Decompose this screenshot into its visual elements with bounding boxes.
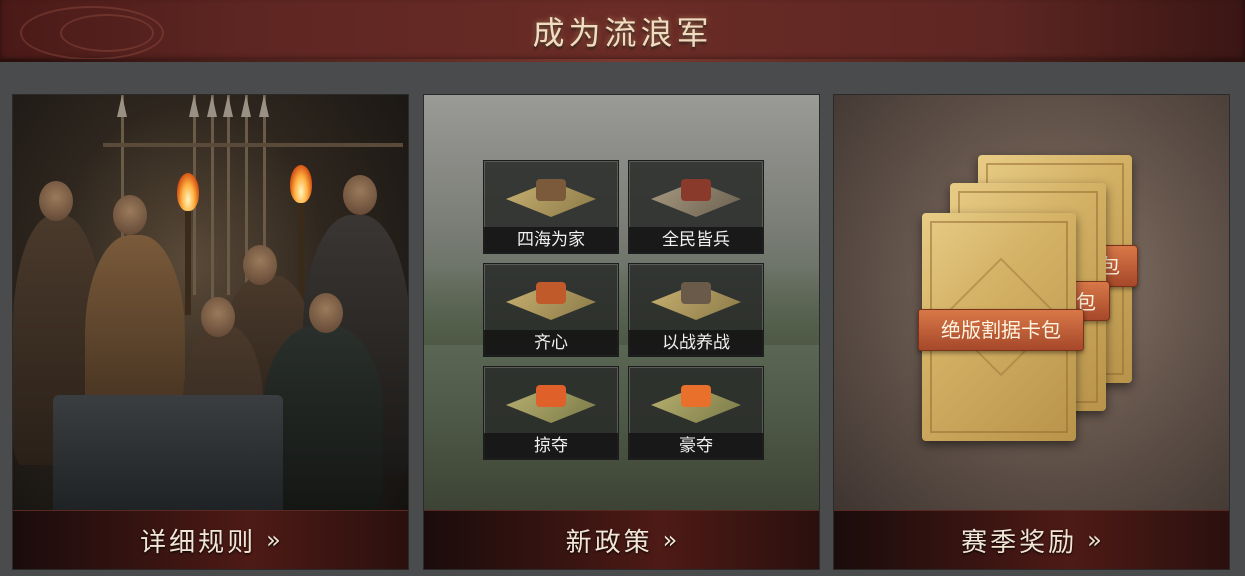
- rewards-button-label: 赛季奖励: [961, 527, 1078, 558]
- spear-icon: [207, 95, 217, 305]
- table: [53, 395, 283, 513]
- warriors-illustration: [13, 95, 408, 513]
- policy-label: 以战养战: [629, 330, 763, 356]
- policies-panel[interactable]: 四海为家 全民皆兵 齐心 以战养战 掠夺 豪夺 新政策 »: [423, 94, 820, 570]
- policy-label: 掠夺: [484, 433, 618, 459]
- torch-icon: [185, 195, 191, 315]
- warrior-head: [243, 245, 277, 285]
- policies-button-label: 新政策: [565, 527, 653, 558]
- policy-tile-icon: [506, 175, 596, 219]
- warrior-head: [39, 181, 73, 221]
- policy-item[interactable]: 齐心: [483, 263, 619, 357]
- policy-tile-icon: [506, 278, 596, 322]
- warrior-head: [201, 297, 235, 337]
- rules-button[interactable]: 详细规则 »: [13, 510, 408, 569]
- rewards-panel[interactable]: 包 包 绝版割据卡包 赛季奖励 »: [833, 94, 1230, 570]
- rack-beam: [103, 143, 403, 147]
- policy-tile-icon: [651, 278, 741, 322]
- rules-panel[interactable]: 详细规则 »: [12, 94, 409, 570]
- rules-button-label: 详细规则: [140, 527, 257, 558]
- policy-label: 四海为家: [484, 227, 618, 253]
- flame-icon: [290, 165, 312, 203]
- policies-button[interactable]: 新政策 »: [424, 510, 819, 569]
- double-chevron-right-icon: »: [1087, 526, 1102, 554]
- policy-label: 豪夺: [629, 433, 763, 459]
- policy-tile-icon: [506, 381, 596, 425]
- warrior-head: [343, 175, 377, 215]
- policy-label: 齐心: [484, 330, 618, 356]
- page-title: 成为流浪军: [532, 14, 713, 52]
- policy-item[interactable]: 掠夺: [483, 366, 619, 460]
- policy-tile-icon: [651, 175, 741, 219]
- card-pack-illustration: 包 包 绝版割据卡包: [834, 95, 1229, 513]
- spear-icon: [223, 95, 233, 295]
- policy-item[interactable]: 以战养战: [628, 263, 764, 357]
- double-chevron-right-icon: »: [266, 526, 281, 554]
- card-pack-label: 绝版割据卡包: [918, 309, 1084, 351]
- landscape-illustration: 四海为家 全民皆兵 齐心 以战养战 掠夺 豪夺: [424, 95, 819, 513]
- rewards-button[interactable]: 赛季奖励 »: [834, 510, 1229, 569]
- warrior-head: [113, 195, 147, 235]
- double-chevron-right-icon: »: [662, 526, 678, 554]
- title-banner: 成为流浪军: [0, 0, 1245, 62]
- policy-item[interactable]: 豪夺: [628, 366, 764, 460]
- policy-label: 全民皆兵: [629, 227, 763, 253]
- warrior-head: [309, 293, 343, 333]
- policy-item[interactable]: 四海为家: [483, 160, 619, 254]
- policy-tile-icon: [651, 381, 741, 425]
- flame-icon: [177, 173, 199, 211]
- policy-item[interactable]: 全民皆兵: [628, 160, 764, 254]
